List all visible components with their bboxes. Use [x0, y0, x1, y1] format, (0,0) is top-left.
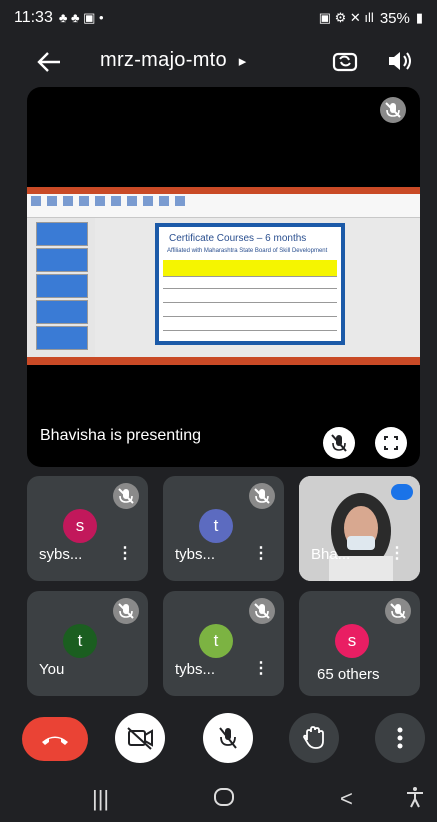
camera-off-icon — [127, 727, 153, 750]
mic-off-icon — [113, 598, 139, 624]
status-bar: 11:33 ♣ ♣ ▣ • ▣ ⚙ ✕ ıll 35% ▮ — [0, 0, 437, 36]
more-vert-icon[interactable]: ⋮ — [117, 543, 133, 563]
hand-icon — [303, 726, 324, 749]
avatar: t — [199, 624, 233, 658]
participant-tile[interactable]: s sybs... ⋮ — [27, 476, 148, 581]
top-bar: mrz-majo-mto ▸ — [0, 40, 437, 84]
more-options-button[interactable] — [375, 713, 425, 763]
back-nav-icon[interactable]: < — [340, 786, 353, 812]
slide-subtitle: Affiliated with Maharashtra State Board … — [167, 248, 328, 254]
participant-name: Bha... — [311, 546, 351, 563]
mic-off-icon — [219, 727, 237, 749]
call-controls — [0, 700, 437, 770]
avatar: t — [63, 624, 97, 658]
presenter-mic-button[interactable] — [323, 427, 355, 459]
participant-name: sybs... — [39, 546, 83, 563]
slide-thumb — [36, 274, 88, 298]
participant-name: tybs... — [175, 546, 216, 563]
switch-camera-button[interactable] — [330, 46, 360, 76]
switch-camera-icon — [332, 52, 358, 72]
participant-tile-self[interactable]: t You — [27, 591, 148, 696]
participant-name: tybs... — [175, 661, 216, 678]
avatar: s — [63, 509, 97, 543]
chevron-right-icon: ▸ — [238, 53, 247, 70]
arrow-left-icon — [37, 52, 60, 72]
fullscreen-icon — [384, 436, 398, 450]
slide-thumb — [36, 300, 88, 324]
presentation-mic-off-badge — [380, 97, 406, 123]
slide-table — [163, 260, 337, 336]
meeting-title[interactable]: mrz-majo-mto ▸ — [100, 49, 247, 72]
speaker-button[interactable] — [384, 46, 414, 76]
accessibility-icon[interactable] — [404, 786, 426, 814]
mic-toggle-button[interactable] — [203, 713, 253, 763]
slide-canvas: Certificate Courses – 6 months Affiliate… — [95, 218, 420, 357]
presentation-tile[interactable]: Certificate Courses – 6 months Affiliate… — [27, 87, 420, 467]
raise-hand-button[interactable] — [289, 713, 339, 763]
mic-off-icon — [249, 483, 275, 509]
speaking-indicator-icon — [391, 484, 413, 500]
mic-off-icon — [113, 483, 139, 509]
slide-frame: Certificate Courses – 6 months Affiliate… — [155, 223, 345, 345]
others-tile[interactable]: s 65 others — [299, 591, 420, 696]
shared-screen: Certificate Courses – 6 months Affiliate… — [27, 187, 420, 365]
presenter-label: Bhavisha is presenting — [40, 427, 201, 444]
slide-thumbnails — [27, 218, 96, 357]
battery-icon: ▮ — [415, 10, 423, 25]
more-vert-icon[interactable]: ⋮ — [389, 543, 405, 563]
avatar: s — [335, 624, 369, 658]
end-call-button[interactable] — [22, 717, 88, 761]
slide-thumb — [36, 326, 88, 350]
more-vert-icon[interactable]: ⋮ — [253, 658, 269, 678]
back-button[interactable] — [34, 48, 64, 76]
participant-tile[interactable]: t tybs... ⋮ — [163, 591, 284, 696]
more-vert-icon[interactable]: ⋮ — [253, 543, 269, 563]
ribbon-icons — [31, 196, 185, 206]
participant-video-tile[interactable]: Bha... ⋮ — [299, 476, 420, 581]
others-count: 65 others — [317, 666, 380, 683]
fullscreen-button[interactable] — [375, 427, 407, 459]
slide-thumb — [36, 222, 88, 246]
battery-label: 35% — [379, 9, 410, 27]
mic-off-icon — [385, 102, 401, 118]
speaker-icon — [389, 52, 411, 70]
ppt-status-bar — [27, 357, 420, 365]
slide-thumb — [36, 248, 88, 272]
system-nav-bar: ||| < — [0, 778, 437, 822]
participant-tile[interactable]: t tybs... ⋮ — [163, 476, 284, 581]
notification-icons: ♣ ♣ ▣ • — [58, 10, 104, 25]
home-icon[interactable] — [213, 786, 235, 814]
avatar: t — [199, 509, 233, 543]
mic-off-icon — [249, 598, 275, 624]
call-end-icon — [42, 736, 68, 745]
participant-name: You — [39, 661, 65, 678]
slide-title: Certificate Courses – 6 months — [169, 233, 307, 244]
more-vert-icon — [397, 727, 403, 749]
signal-icons: ▣ ⚙ ✕ ıll — [318, 10, 374, 25]
recents-icon[interactable]: ||| — [92, 786, 109, 812]
ribbon-tabs — [27, 187, 420, 194]
status-time: 11:33 — [14, 9, 53, 26]
mic-off-icon — [331, 434, 347, 452]
meeting-code: mrz-majo-mto — [100, 49, 227, 71]
mic-off-icon — [385, 598, 411, 624]
ppt-ribbon — [27, 187, 420, 218]
camera-toggle-button[interactable] — [115, 713, 165, 763]
